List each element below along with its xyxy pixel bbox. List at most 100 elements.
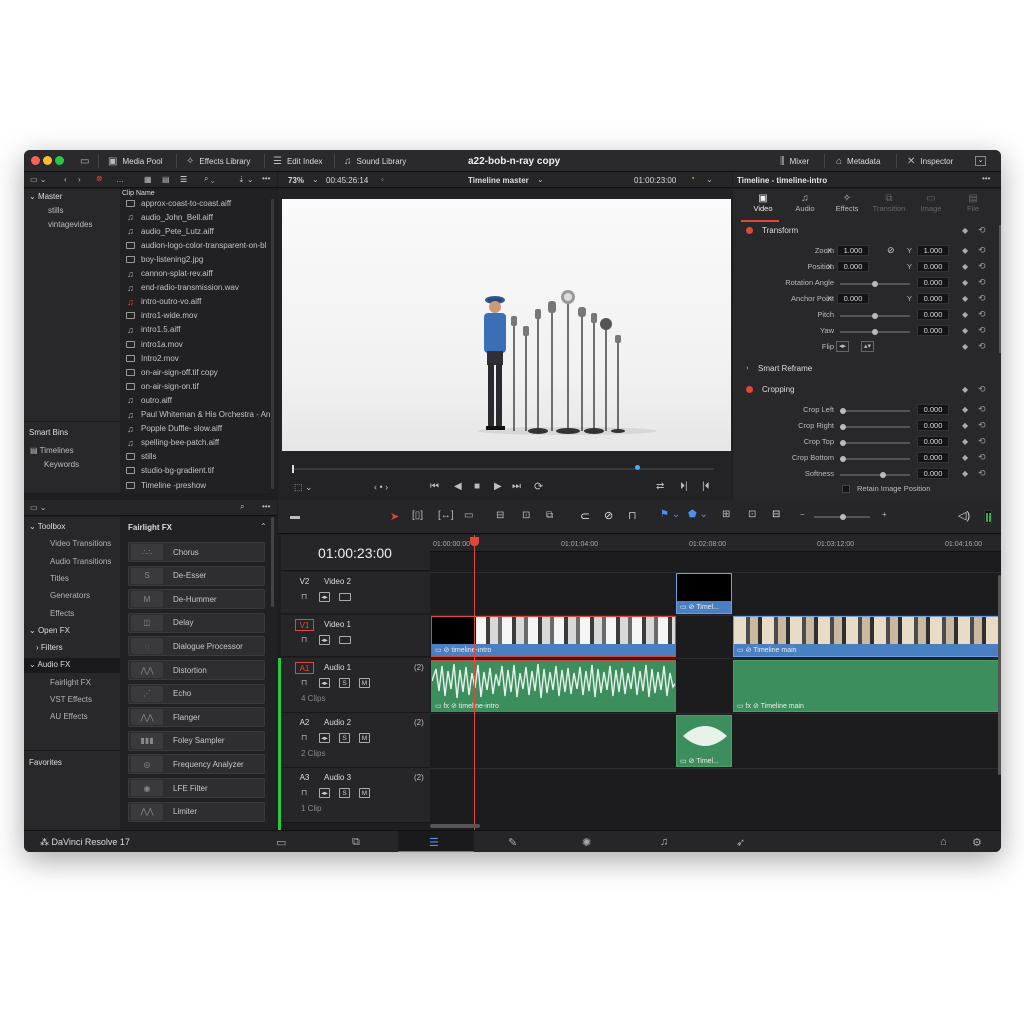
clip-item[interactable]: audion-logo-color-transparent-on-bl: [126, 238, 276, 252]
playhead-handle[interactable]: [470, 537, 479, 546]
crop-left-row-value[interactable]: 0.000: [917, 404, 949, 415]
insert-clip-icon[interactable]: ⊟: [496, 510, 504, 521]
zoom-detail-icon[interactable]: ⊡: [748, 509, 756, 520]
clip-item[interactable]: ♫ end-radio-transmission.wav: [126, 281, 276, 295]
master-bin[interactable]: ⌄ Master: [29, 192, 62, 201]
zoom-row-y[interactable]: 1.000: [917, 245, 949, 256]
stop-icon[interactable]: ■: [474, 481, 480, 492]
zoom-in-icon[interactable]: +: [882, 510, 887, 519]
track-id[interactable]: A2: [295, 717, 314, 729]
effects-options-icon[interactable]: •••: [262, 502, 270, 511]
auto-select-icon[interactable]: ◂▸: [319, 678, 330, 688]
prev-edit-icon[interactable]: |⏴: [702, 481, 710, 492]
bin-vintagevides[interactable]: vintagevides: [48, 220, 92, 229]
zoom-custom-icon[interactable]: ⊟: [772, 509, 780, 520]
tab-audio[interactable]: ♫ Audio: [787, 193, 823, 213]
sidebar-toggle-icon[interactable]: ▭ ⌄: [30, 175, 46, 184]
crop-top-row-knob[interactable]: [840, 440, 846, 446]
timeline-zoom-knob[interactable]: [840, 514, 846, 520]
zoom-full-icon[interactable]: ⊞: [722, 509, 730, 520]
pitch-row-value[interactable]: 0.000: [917, 309, 949, 320]
yaw-row-value[interactable]: 0.000: [917, 325, 949, 336]
toolbox-item[interactable]: › Filters: [24, 641, 120, 656]
trim-tool-icon[interactable]: [▯]: [412, 510, 423, 521]
replace-clip-icon[interactable]: ⧉: [546, 510, 553, 521]
clip-item[interactable]: intro1a.mov: [126, 337, 276, 351]
clip-item[interactable]: on-air-sign-off.tif copy: [126, 365, 276, 379]
fusion-page-icon[interactable]: ✎: [508, 836, 517, 849]
clip-item[interactable]: ♫ audio_Pete_Lutz.aiff: [126, 224, 276, 238]
clip-v1-intro[interactable]: ▭ ⊘ timeline-intro: [431, 616, 676, 657]
scrubber-playhead[interactable]: [635, 465, 640, 470]
toolbox-item[interactable]: Video Transitions: [24, 537, 120, 552]
fx-lfe-filter[interactable]: ◉ LFE Filter: [128, 778, 265, 798]
selection-tool-icon[interactable]: ➤: [390, 510, 399, 523]
clip-item[interactable]: Timeline -preshow: [126, 478, 276, 492]
toolbox-item[interactable]: Audio Transitions: [24, 555, 120, 570]
lock-icon[interactable]: ⊓: [301, 635, 307, 644]
bin-stills[interactable]: stills: [48, 206, 64, 215]
softness-row-knob[interactable]: [880, 472, 886, 478]
timeline-name[interactable]: Timeline master: [468, 176, 529, 185]
reset-icon[interactable]: ⟲: [978, 293, 986, 304]
retain-checkbox[interactable]: [842, 485, 850, 493]
link-clips-icon[interactable]: ⊘: [604, 509, 613, 522]
track-a3[interactable]: A3 Audio 3 (2) ⊓ ◂▸ S M 1 Clip: [281, 768, 430, 823]
lock-icon[interactable]: ⊓: [301, 678, 307, 687]
clip-item[interactable]: Intro2.mov: [126, 351, 276, 365]
zoom-window-button[interactable]: [55, 156, 64, 165]
crop-bottom-row-slider[interactable]: [840, 458, 910, 460]
inspector-options-icon[interactable]: •••: [982, 174, 990, 183]
clip-item[interactable]: ♫ Paul Whiteman & His Orchestra - An: [126, 408, 276, 422]
clip-item[interactable]: on-air-sign-on.tif: [126, 379, 276, 393]
toggle-icon[interactable]: [746, 227, 753, 234]
media-page-icon[interactable]: ▭: [276, 836, 286, 849]
overwrite-clip-icon[interactable]: ⊡: [522, 510, 530, 521]
position-row-x[interactable]: 0.000: [837, 261, 869, 272]
track-a1[interactable]: A1 Audio 1 (2) ⊓ ◂▸ S M 4 Clips: [281, 658, 430, 713]
track-id[interactable]: V2: [295, 576, 314, 588]
reset-icon[interactable]: ⟲: [978, 436, 986, 447]
minimize-window-button[interactable]: [43, 156, 52, 165]
reset-icon[interactable]: ⟲: [978, 384, 986, 395]
effects-library-button[interactable]: ✧ Effects Library: [186, 150, 250, 172]
edit-page-icon[interactable]: ☰: [429, 836, 439, 849]
deliver-page-icon[interactable]: ➶: [736, 836, 745, 849]
sound-library-button[interactable]: ♫ Sound Library: [344, 150, 406, 172]
crop-bottom-row-value[interactable]: 0.000: [917, 452, 949, 463]
clip-v2[interactable]: ▭ ⊘ Timel...: [676, 573, 732, 614]
color-wheel-icon[interactable]: ◔: [690, 174, 695, 183]
zoom-row-x[interactable]: 1.000: [837, 245, 869, 256]
crop-left-row-knob[interactable]: [840, 408, 846, 414]
go-to-end-icon[interactable]: ⏭: [512, 481, 521, 492]
clip-item[interactable]: ♫ intro-outro-vo.aiff: [126, 295, 276, 309]
cropping-section[interactable]: Cropping ◆ ⟲: [744, 384, 994, 400]
flip-horizontal-icon[interactable]: ◂▸: [836, 341, 849, 352]
edit-index-button[interactable]: ☰ Edit Index: [273, 150, 323, 172]
toolbox-item[interactable]: AU Effects: [24, 710, 120, 725]
reset-icon[interactable]: ⟲: [978, 468, 986, 479]
audio-level-icon[interactable]: ◁): [958, 509, 970, 522]
fx-chorus[interactable]: ∴∴ Chorus: [128, 542, 265, 562]
timeline-v-scrollbar[interactable]: [998, 575, 1001, 775]
toolbox-item[interactable]: Effects: [24, 607, 120, 622]
crop-right-row-knob[interactable]: [840, 424, 846, 430]
smart-bin-keywords[interactable]: Keywords: [44, 460, 79, 469]
cut-page-icon[interactable]: ⧉: [352, 836, 360, 849]
solo-button[interactable]: S: [339, 678, 350, 688]
track-v2[interactable]: V2 Video 2 ⊓ ◂▸: [281, 572, 430, 614]
rotation-row-value[interactable]: 0.000: [917, 277, 949, 288]
settings-gear-icon[interactable]: ⚙: [972, 836, 982, 849]
lock-icon[interactable]: ⊓: [301, 592, 307, 601]
tab-file[interactable]: ▤ File: [955, 193, 991, 213]
search-icon[interactable]: ⌕ ⌄: [204, 174, 214, 184]
toggle-icon[interactable]: [746, 386, 753, 393]
crop-tool-icon[interactable]: ⬚ ⌄: [294, 482, 313, 493]
reset-icon[interactable]: ⟲: [978, 309, 986, 320]
crop-right-row-value[interactable]: 0.000: [917, 420, 949, 431]
tab-transition[interactable]: ⧉ Transition: [871, 193, 907, 213]
close-window-button[interactable]: [31, 156, 40, 165]
reset-icon[interactable]: ⟲: [978, 225, 986, 236]
thumbnail-view-icon[interactable]: ▦: [144, 175, 152, 184]
reset-icon[interactable]: ⟲: [978, 261, 986, 272]
